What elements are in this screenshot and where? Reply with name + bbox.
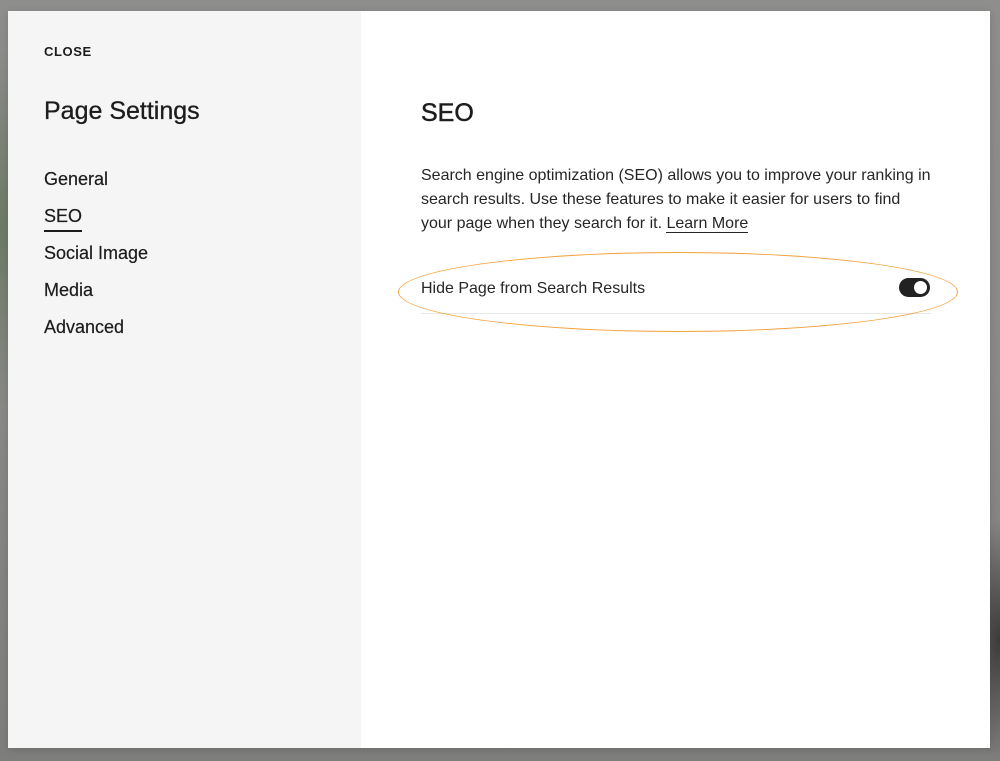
seo-description: Search engine optimization (SEO) allows … — [421, 164, 931, 236]
settings-nav: General SEO Social Image Media Advanced — [44, 168, 148, 353]
hide-page-label: Hide Page from Search Results — [421, 280, 646, 297]
learn-more-link[interactable]: Learn More — [666, 215, 749, 233]
main-content: SEO Search engine optimization (SEO) all… — [361, 11, 990, 748]
page-settings-title: Page Settings — [44, 97, 200, 125]
hide-page-setting-row: Hide Page from Search Results — [421, 271, 931, 314]
close-button[interactable]: CLOSE — [44, 44, 92, 59]
sidebar-item-advanced[interactable]: Advanced — [44, 316, 148, 353]
sidebar-item-seo[interactable]: SEO — [44, 205, 148, 242]
sidebar-item-label: Social Image — [44, 243, 149, 263]
sidebar-item-label: SEO — [44, 205, 82, 232]
sidebar-item-label: General — [44, 169, 109, 189]
sidebar: CLOSE Page Settings General SEO Social I… — [8, 11, 361, 748]
page-settings-modal: CLOSE Page Settings General SEO Social I… — [8, 11, 990, 748]
section-title: SEO — [421, 99, 474, 128]
sidebar-item-label: Media — [44, 280, 94, 300]
sidebar-item-media[interactable]: Media — [44, 279, 148, 316]
toggle-knob — [914, 281, 927, 294]
sidebar-item-label: Advanced — [44, 317, 125, 337]
hide-page-toggle[interactable] — [899, 278, 930, 297]
sidebar-item-general[interactable]: General — [44, 168, 148, 205]
sidebar-item-social-image[interactable]: Social Image — [44, 242, 148, 279]
